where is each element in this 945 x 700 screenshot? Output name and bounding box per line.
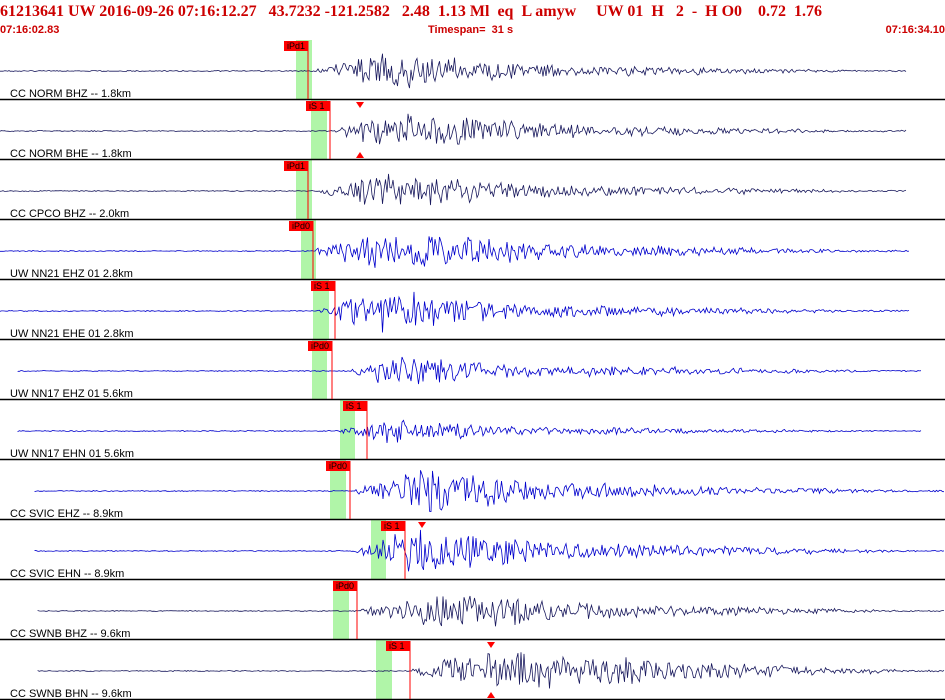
arrival-up-marker: [487, 692, 495, 698]
waveform-trace: [0, 236, 910, 268]
pick-label: iS 1: [389, 641, 405, 651]
channel-label: UW NN17 EHN 01 5.6km: [10, 448, 134, 460]
seismogram-panel: iPd1 iS 1 iPd1 iPd0 iS 1 iPd0 iS 1 iPd0 iS 1 iPd0…: [0, 40, 945, 700]
channel-label: CC NORM BHE -- 1.8km: [10, 148, 132, 160]
pick-label: iS 1: [314, 281, 330, 291]
channel-label: UW NN21 EHE 01 2.8km: [10, 328, 133, 340]
waveform-trace: [34, 470, 945, 512]
channel-label: CC NORM BHZ -- 1.8km: [10, 88, 131, 100]
waveform-trace: [34, 529, 945, 572]
channel-label: CC SWNB BHN -- 9.6km: [10, 688, 132, 700]
channel-label: CC CPCO BHZ -- 2.0km: [10, 208, 129, 220]
channel-label: UW NN17 EHZ 01 5.6km: [10, 388, 133, 400]
channel-label: UW NN21 EHZ 01 2.8km: [10, 268, 133, 280]
pick-label: iPd1: [287, 161, 305, 171]
channel-separators: [0, 98, 945, 700]
pick-label: iS 1: [384, 521, 400, 531]
waveform-trace: [0, 173, 907, 206]
pick-label: iPd0: [329, 461, 347, 471]
channel-label: CC SVIC EHZ -- 8.9km: [10, 508, 123, 520]
waveform-trace: [17, 419, 922, 444]
waveform-trace: [17, 356, 922, 385]
arrival-down-marker: [418, 522, 426, 528]
channel-label: CC SVIC EHN -- 8.9km: [10, 568, 124, 580]
waveform-trace: [37, 652, 945, 689]
waveform-traces: [0, 53, 945, 689]
pick-label: iPd0: [311, 341, 329, 351]
pick-label: iS 1: [309, 101, 325, 111]
pick-windows: [296, 40, 392, 700]
pick-label: iPd1: [287, 41, 305, 51]
arrival-up-marker: [356, 152, 364, 158]
pick-label: iS 1: [346, 401, 362, 411]
channel-label: CC SWNB BHZ -- 9.6km: [10, 628, 130, 640]
arrival-down-marker: [487, 642, 495, 648]
arrival-down-marker: [356, 102, 364, 108]
channel-labels: CC NORM BHZ -- 1.8km CC NORM BHE -- 1.8km…: [10, 88, 134, 700]
waveform-trace: [0, 53, 907, 89]
pick-label: iPd0: [336, 581, 354, 591]
pick-label: iPd0: [292, 221, 310, 231]
waveform-trace: [0, 113, 907, 145]
waveform-trace: [37, 595, 945, 627]
waveform-trace: [0, 291, 910, 333]
